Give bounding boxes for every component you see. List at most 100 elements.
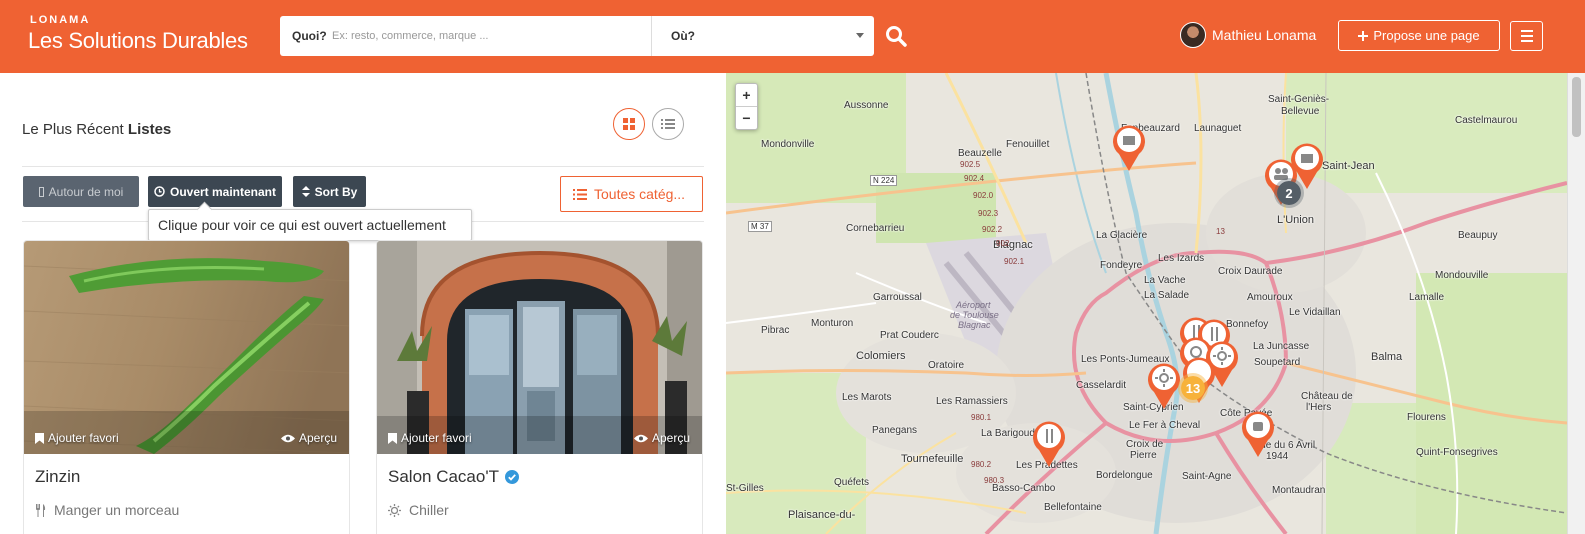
card-category[interactable]: Chiller xyxy=(388,502,449,518)
map-label: Le Vidaillan xyxy=(1289,307,1341,318)
card-category-label: Manger un morceau xyxy=(54,502,180,518)
pea-pods-photo xyxy=(24,241,349,454)
map-label: Aéroport xyxy=(956,300,991,310)
preview-label: Aperçu xyxy=(298,431,337,445)
grid-view-button[interactable] xyxy=(613,108,645,140)
scrollbar[interactable] xyxy=(1567,73,1585,534)
category-select[interactable]: Toutes catég... xyxy=(560,176,703,212)
card-category[interactable]: Manger un morceau xyxy=(35,502,179,518)
map-label: Le Fer à Cheval xyxy=(1129,420,1201,431)
map-label: Panegans xyxy=(872,425,918,436)
hamburger-line xyxy=(1520,35,1533,37)
road-shield: M 37 xyxy=(748,221,772,232)
card-title[interactable]: Zinzin xyxy=(35,467,80,487)
map-zoom-control: + − xyxy=(735,83,758,130)
what-input[interactable] xyxy=(332,25,642,47)
propose-page-button[interactable]: Propose une page xyxy=(1338,20,1500,51)
brand-small[interactable]: LONAMA xyxy=(30,14,90,26)
map-label: Quint-Fonsegrives xyxy=(1416,447,1498,458)
preview-button[interactable]: Aperçu xyxy=(280,431,337,445)
map-label: Bellevue xyxy=(1281,106,1320,117)
map-cluster[interactable]: 2 xyxy=(1274,178,1304,208)
header: LONAMA Les Solutions Durables Quoi? Où? … xyxy=(0,0,1585,73)
where-select[interactable]: Où? xyxy=(671,29,695,43)
open-now-label: Ouvert maintenant xyxy=(169,184,277,199)
user-menu[interactable]: Mathieu Lonama xyxy=(1180,22,1316,48)
map-label: Bellefontaine xyxy=(1044,502,1102,513)
divider xyxy=(22,166,704,167)
clock-icon xyxy=(154,186,165,197)
add-favorite-label: Ajouter favori xyxy=(401,431,472,445)
open-now-tooltip: Clique pour voir ce qui est ouvert actue… xyxy=(148,209,472,241)
map-label: La Vache xyxy=(1144,275,1186,286)
road-number: 902.1 xyxy=(1004,257,1025,266)
search-bar: Quoi? Où? xyxy=(280,16,874,56)
preview-button[interactable]: Aperçu xyxy=(633,431,690,445)
map-label: Pierre xyxy=(1130,450,1157,461)
list-view-button[interactable] xyxy=(652,108,684,140)
add-favorite-button[interactable]: Ajouter favori xyxy=(35,431,119,445)
map-label: Pibrac xyxy=(761,325,790,336)
sort-by-button[interactable]: Sort By xyxy=(293,176,366,207)
eye-icon xyxy=(280,434,295,442)
title-prefix: Le Plus Récent xyxy=(22,121,124,138)
card-image[interactable] xyxy=(377,241,702,454)
near-me-label: Autour de moi xyxy=(48,184,124,199)
map-label: Fondeyre xyxy=(1100,260,1143,271)
brand-logo[interactable]: Les Solutions Durables xyxy=(28,28,248,54)
listing-card[interactable]: Ajouter favori Aperçu Salon Cacao'T Chil… xyxy=(376,240,703,534)
avatar[interactable] xyxy=(1180,22,1206,48)
map-label: Cornebarrieu xyxy=(846,223,905,234)
map-label: Bordelongue xyxy=(1096,470,1153,481)
zoom-in-button[interactable]: + xyxy=(736,84,757,107)
card-category-label: Chiller xyxy=(409,502,449,518)
sun-icon xyxy=(388,503,401,517)
road-shield: N 224 xyxy=(870,175,898,186)
search-button[interactable] xyxy=(884,24,908,48)
bookmark-icon xyxy=(35,432,44,444)
road-number: 902 xyxy=(996,239,1010,248)
grid-icon xyxy=(623,118,635,130)
listing-card[interactable]: Ajouter favori Aperçu Zinzin Manger un m… xyxy=(23,240,350,534)
map-label: La Glacière xyxy=(1096,230,1148,241)
title-bold: Listes xyxy=(127,121,172,138)
road-number: 980.1 xyxy=(971,413,992,422)
map[interactable]: Aussonne Fenouillet Fonbeauzard Launague… xyxy=(726,73,1567,534)
scrollbar-thumb[interactable] xyxy=(1572,77,1581,137)
map-label: Oratoire xyxy=(928,360,965,371)
map-label: Prat Couderc xyxy=(880,330,939,341)
map-marker-sun-icon[interactable] xyxy=(1146,361,1182,411)
map-label: Bonnefoy xyxy=(1226,319,1269,330)
near-me-button[interactable]: Autour de moi xyxy=(23,176,139,207)
card-image[interactable] xyxy=(24,241,349,454)
map-label: L'Union xyxy=(1277,214,1314,226)
open-now-button[interactable]: Ouvert maintenant xyxy=(148,176,282,207)
map-label: Monturon xyxy=(811,318,854,329)
card-title[interactable]: Salon Cacao'T xyxy=(388,467,519,487)
hamburger-menu-icon xyxy=(1520,30,1533,32)
map-marker-restaurant-icon[interactable] xyxy=(1031,419,1067,469)
plus-icon xyxy=(1358,30,1369,41)
shop-front-photo xyxy=(377,241,702,454)
map-label: Beaupuy xyxy=(1458,230,1498,241)
zoom-out-button[interactable]: − xyxy=(736,107,757,130)
road-number: 902.4 xyxy=(964,174,985,183)
verified-badge-icon xyxy=(504,470,519,484)
add-favorite-button[interactable]: Ajouter favori xyxy=(388,431,472,445)
road-number: 902.0 xyxy=(973,191,994,200)
section-title: Le Plus Récent Listes xyxy=(22,121,171,138)
eye-icon xyxy=(633,434,648,442)
map-label: Saint-Jean xyxy=(1322,160,1375,172)
map-label: Montaudran xyxy=(1272,485,1326,496)
map-marker-shop-icon[interactable] xyxy=(1240,409,1276,459)
map-marker-shop-icon[interactable] xyxy=(1111,123,1147,173)
road-number: 13 xyxy=(1216,227,1225,236)
propose-page-label: Propose une page xyxy=(1373,28,1480,43)
hamburger-menu-button[interactable] xyxy=(1510,21,1543,51)
map-label: Tournefeuille xyxy=(901,453,964,465)
map-cluster[interactable]: 13 xyxy=(1178,373,1208,403)
user-name[interactable]: Mathieu Lonama xyxy=(1212,27,1316,43)
search-divider xyxy=(651,16,652,56)
caret-down-icon[interactable] xyxy=(856,33,864,38)
map-label: Amouroux xyxy=(1247,292,1293,303)
